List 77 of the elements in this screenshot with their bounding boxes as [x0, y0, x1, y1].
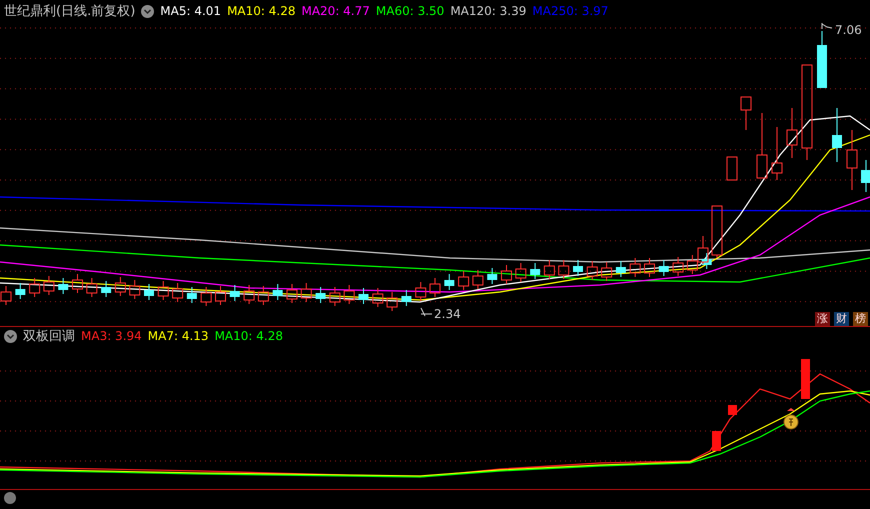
- indicator-value: MA7: 4.13: [148, 329, 209, 343]
- candlestick: [372, 288, 384, 308]
- candlestick: [258, 286, 269, 306]
- indicator-value: MA60: 3.50: [376, 4, 444, 18]
- indicator-value: MA3: 3.94: [81, 329, 142, 343]
- candlestick: [300, 282, 312, 302]
- candlestick: [244, 284, 255, 304]
- indicator-title[interactable]: 世纪鼎利(日线.前复权): [4, 2, 136, 20]
- candlestick: [144, 284, 154, 300]
- candlestick: [515, 262, 526, 282]
- candlestick: [786, 108, 798, 158]
- indicator-value: MA120: 3.39: [450, 4, 526, 18]
- badge-label[interactable]: 榜: [853, 312, 868, 326]
- candlestick: [501, 264, 512, 284]
- candlestick: [430, 278, 440, 298]
- candlestick: [672, 256, 684, 276]
- candlestick: [444, 274, 454, 290]
- candlestick: [401, 290, 412, 306]
- candlestick: [530, 262, 540, 280]
- candlestick: [272, 284, 283, 300]
- indicator-value: MA250: 3.97: [532, 4, 608, 18]
- candlestick: [29, 278, 40, 298]
- high-price-label: 7.06: [822, 22, 862, 37]
- candlestick: [129, 280, 140, 300]
- candlestick: [658, 260, 669, 276]
- candlestick: [586, 260, 598, 280]
- candlestick: [101, 280, 112, 298]
- candlestick: [72, 274, 83, 294]
- collapse-icon[interactable]: [4, 492, 16, 504]
- candlestick: [0, 286, 12, 306]
- candlestick: [544, 260, 555, 280]
- indicator-value: MA10: 4.28: [227, 4, 296, 18]
- candlestick: [458, 270, 470, 290]
- dropdown-icon[interactable]: [141, 4, 154, 18]
- candlestick: [415, 282, 426, 302]
- candlestick: [43, 276, 54, 296]
- badge-label[interactable]: 财: [834, 312, 849, 326]
- candlestick: [186, 286, 197, 304]
- candlestick: [358, 288, 368, 304]
- candlestick: [817, 30, 827, 88]
- candlestick: [832, 108, 842, 162]
- money-bag-icon: [784, 408, 798, 430]
- badge-label[interactable]: 涨: [815, 312, 830, 326]
- candlestick: [172, 282, 184, 302]
- candlestick: [286, 284, 298, 304]
- indicator-title[interactable]: 双板回调: [23, 327, 75, 345]
- candlestick: [740, 96, 752, 130]
- candlestick: [846, 130, 858, 190]
- low-price-label: 2.34: [420, 307, 461, 321]
- candlestick: [158, 280, 169, 300]
- candlestick: [601, 262, 612, 282]
- candlestick: [616, 260, 626, 278]
- candlestick: [329, 286, 340, 306]
- candlestick: [644, 258, 655, 278]
- candlestick: [630, 258, 641, 278]
- candlestick: [487, 268, 498, 284]
- candlestick: [756, 112, 768, 178]
- candlestick: [316, 286, 326, 304]
- candlestick: [386, 292, 398, 312]
- candlestick: [114, 276, 126, 296]
- candlestick: [230, 284, 240, 302]
- candlestick: [200, 286, 212, 306]
- indicator-value: MA5: 4.01: [160, 4, 222, 18]
- indicator-value: MA10: 4.28: [214, 329, 283, 343]
- candlestick: [726, 156, 738, 180]
- dropdown-icon[interactable]: [4, 330, 17, 342]
- candlestick: [15, 282, 26, 300]
- indicator-value: MA20: 4.77: [301, 4, 370, 18]
- candlestick: [558, 260, 570, 280]
- candlestick: [472, 270, 484, 290]
- candlestick: [58, 278, 68, 294]
- candlestick: [344, 284, 355, 304]
- candlestick: [573, 260, 583, 276]
- candlestick: [861, 160, 870, 192]
- candlestick: [215, 286, 226, 306]
- candlestick: [772, 126, 782, 180]
- candlestick: [86, 278, 98, 298]
